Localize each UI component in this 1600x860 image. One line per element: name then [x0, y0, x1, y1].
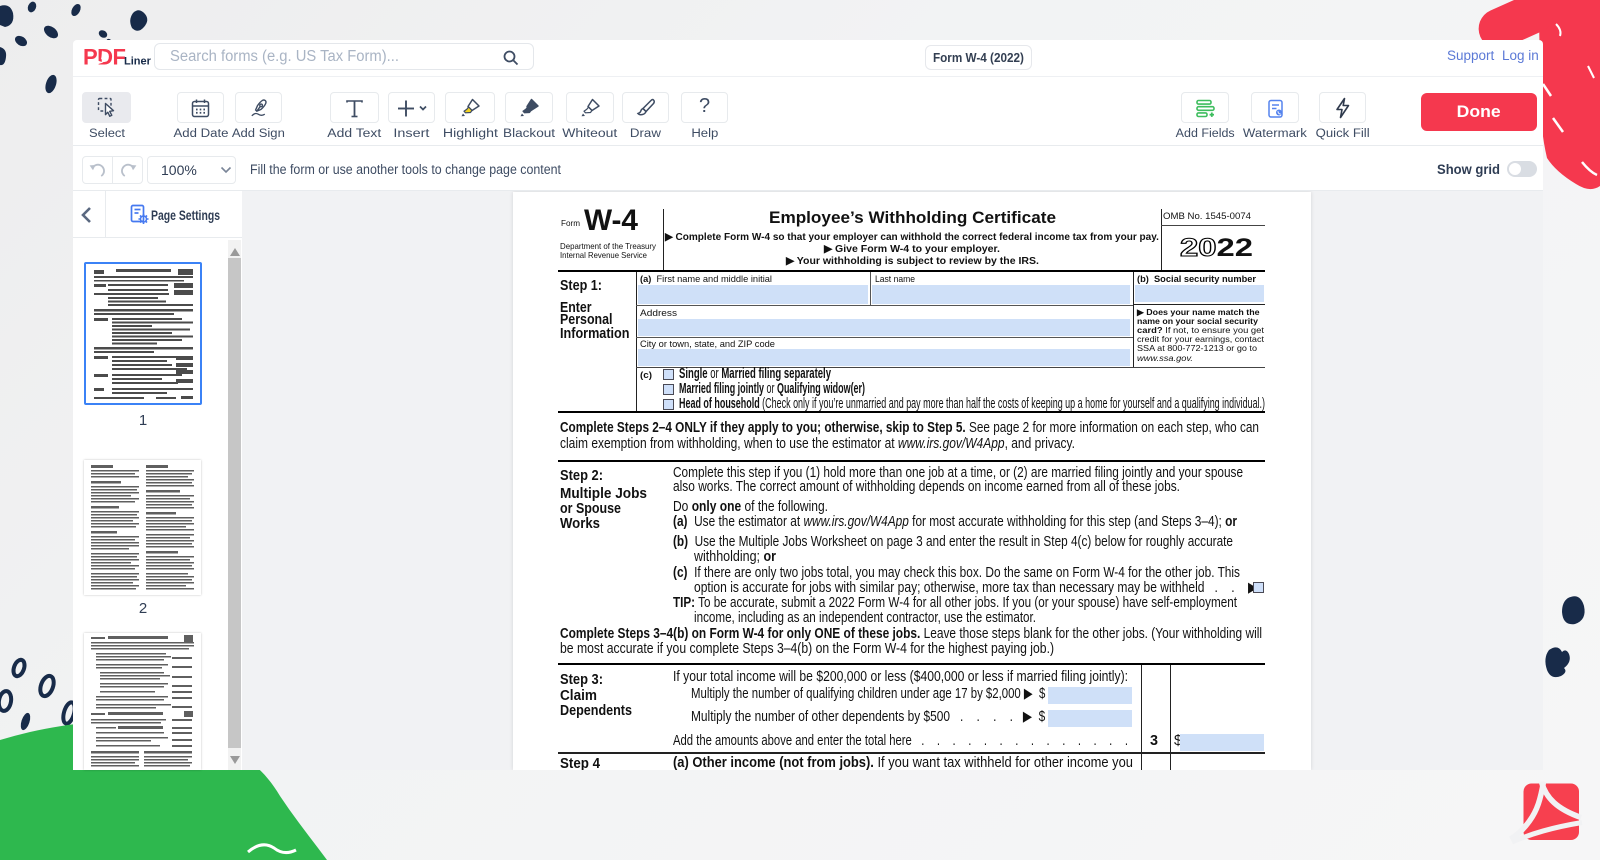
svg-text:Liner: Liner — [124, 56, 152, 68]
svg-text:PDF: PDF — [83, 48, 126, 70]
